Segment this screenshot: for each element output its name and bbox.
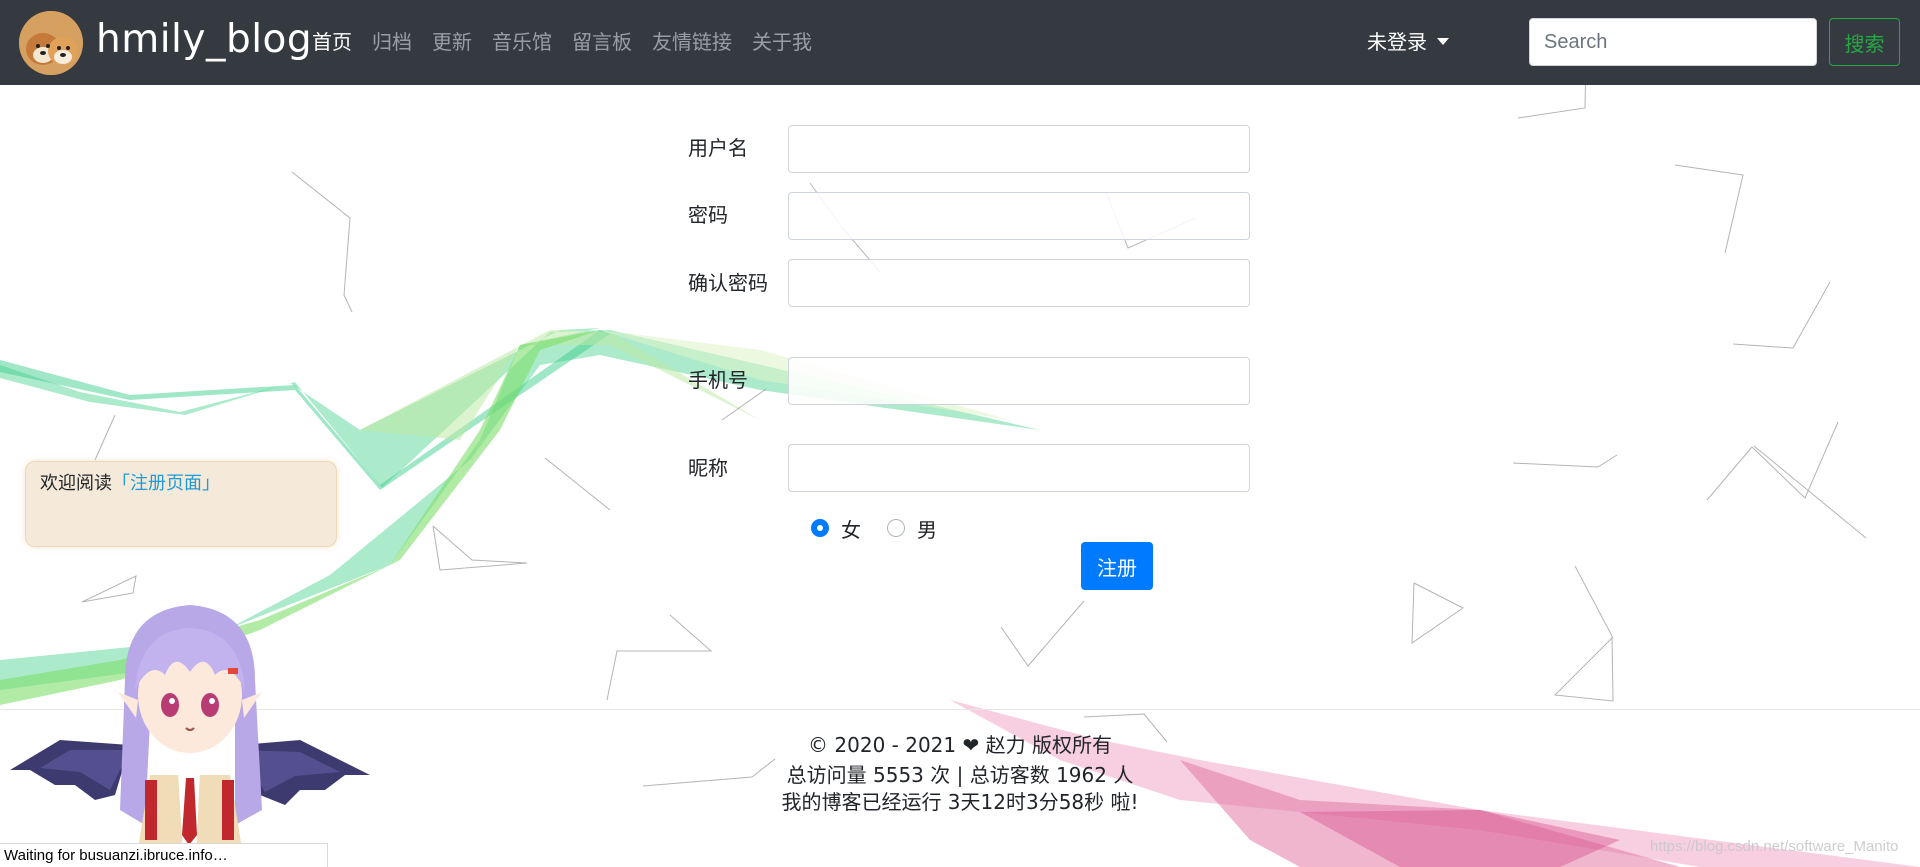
browser-status-bar: Waiting for busuanzi.ibruce.info… [0,843,328,867]
username-label: 用户名 [688,136,748,160]
gender-female-radio[interactable] [811,519,829,537]
search-input[interactable] [1529,18,1817,66]
nav-link-music[interactable]: 音乐馆 [492,22,552,62]
nav-link-friends[interactable]: 友情链接 [652,22,732,62]
caret-down-icon [1437,38,1449,45]
nav-link-guestbook[interactable]: 留言板 [572,22,632,62]
welcome-notice: 欢迎阅读「注册页面」 [25,461,337,547]
confirm-password-input[interactable] [788,259,1250,307]
phone-label: 手机号 [688,368,748,392]
nickname-label: 昵称 [688,456,728,480]
nav-link-about[interactable]: 关于我 [752,22,812,62]
brand-avatar-icon[interactable] [19,11,83,75]
nickname-input[interactable] [788,444,1250,492]
top-navbar: hmily_blog 首页 归档 更新 音乐馆 留言板 友情链接 关于我 未登录… [0,0,1920,85]
nav-links: 首页 归档 更新 音乐馆 留言板 友情链接 关于我 [312,22,832,62]
gender-male-radio[interactable] [887,519,905,537]
login-dropdown[interactable]: 未登录 [1367,22,1449,62]
notice-text: 欢迎阅读 [40,473,112,494]
nav-link-home[interactable]: 首页 [312,22,352,62]
confirm-password-label: 确认密码 [688,271,768,295]
nav-link-updates[interactable]: 更新 [432,22,472,62]
gender-male-label[interactable]: 男 [917,514,937,543]
csdn-watermark: https://blog.csdn.net/software_Manito [1650,838,1899,855]
anime-mascot-icon[interactable] [0,600,380,867]
gender-radio-group: 女 男 [811,514,963,542]
gender-female-label[interactable]: 女 [841,514,861,543]
search-button[interactable]: 搜索 [1829,18,1900,66]
password-input[interactable] [788,192,1250,240]
notice-link[interactable]: 「注册页面」 [112,473,220,494]
register-button[interactable]: 注册 [1081,542,1153,590]
login-status-label: 未登录 [1367,30,1427,54]
nav-link-archive[interactable]: 归档 [372,22,412,62]
username-input[interactable] [788,125,1250,173]
brand-name[interactable]: hmily_blog [96,14,312,66]
password-label: 密码 [688,203,728,227]
phone-input[interactable] [788,357,1250,405]
